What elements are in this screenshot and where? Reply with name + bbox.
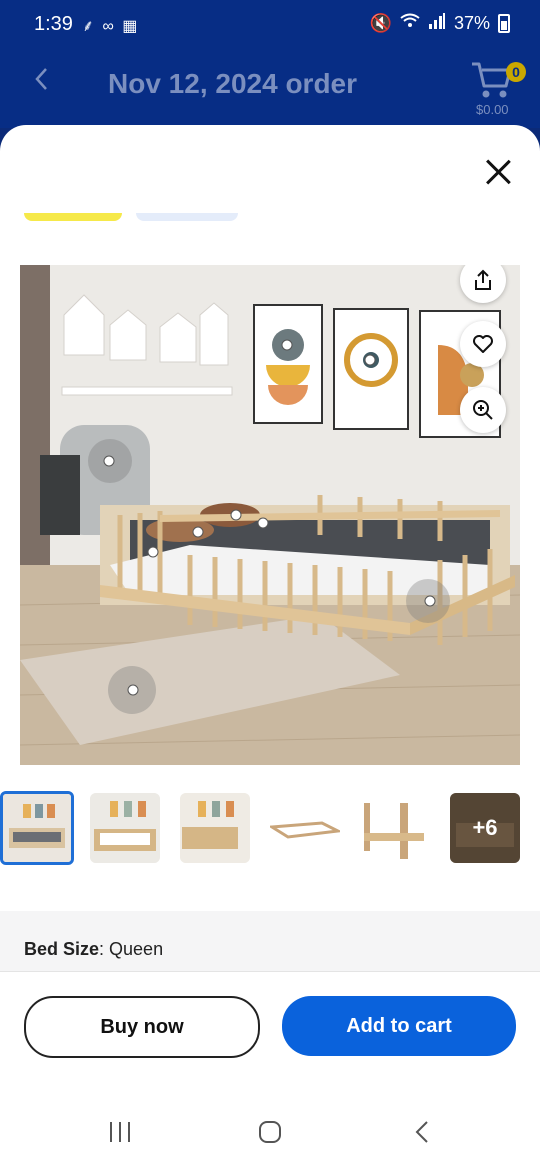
product-image[interactable]: [20, 265, 520, 765]
thumbnail-4[interactable]: [270, 793, 340, 863]
status-right: 🔇 37%: [370, 13, 510, 34]
favorite-button[interactable]: [460, 321, 506, 367]
thumbnail-3[interactable]: [180, 793, 250, 863]
option-pill-yellow[interactable]: [24, 213, 122, 221]
cart-total: $0.00: [476, 102, 509, 117]
product-photo-illustration: [20, 265, 520, 765]
battery-percent: 37%: [453, 13, 490, 33]
page-title: Nov 12, 2024 order: [108, 68, 358, 99]
action-bar: Buy now Add to cart: [0, 971, 540, 1084]
bed-size-selector[interactable]: Bed Size: Queen: [0, 911, 540, 971]
cart-count-badge: 0: [506, 62, 526, 82]
status-notification-icons: ⸙ ∞ ▦: [82, 18, 140, 35]
system-nav-bar: [0, 1083, 540, 1170]
cart-button[interactable]: 0 $0.00: [470, 58, 526, 118]
buy-now-button[interactable]: Buy now: [24, 996, 260, 1058]
thumbnail-5[interactable]: [360, 793, 430, 863]
heart-icon: [473, 335, 493, 353]
wifi-icon: [400, 13, 420, 34]
thumbnail-1[interactable]: [0, 791, 74, 865]
signal-icon: [428, 13, 446, 34]
recent-apps-icon[interactable]: [108, 1120, 132, 1144]
battery-icon: [498, 14, 510, 33]
bed-size-label: Bed Size: Queen: [24, 939, 163, 960]
cart-icon: [472, 62, 512, 98]
share-icon: [475, 269, 491, 290]
add-to-cart-button[interactable]: Add to cart: [282, 996, 516, 1056]
thumbnail-6-more[interactable]: +6: [450, 793, 520, 863]
status-time: 1:39: [34, 13, 73, 35]
chevron-left-icon: [35, 68, 47, 90]
more-images-count: +6: [450, 793, 520, 863]
zoom-button[interactable]: [460, 387, 506, 433]
bed-size-value: : Queen: [99, 939, 164, 959]
back-button[interactable]: [34, 66, 48, 98]
thumbnail-strip: +6: [0, 789, 540, 865]
bed-size-title: Bed Size: [24, 939, 100, 959]
app-header: Nov 12, 2024 order 0 $0.00: [0, 50, 540, 128]
close-icon[interactable]: [484, 158, 512, 186]
status-bar: 1:39 ⸙ ∞ ▦ 🔇 37%: [0, 0, 540, 50]
thumbnail-2[interactable]: [90, 793, 160, 863]
product-sheet: +6 Bed Size: Queen Buy now Add to cart: [0, 125, 540, 1170]
mute-icon: 🔇: [369, 13, 392, 33]
back-icon[interactable]: [412, 1120, 432, 1144]
home-icon[interactable]: [258, 1120, 282, 1144]
option-pill-blue[interactable]: [136, 213, 238, 221]
zoom-icon: [473, 400, 493, 420]
